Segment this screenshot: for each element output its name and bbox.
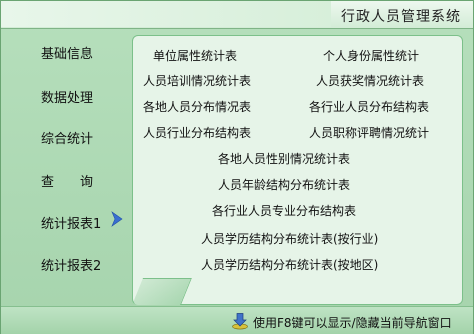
report-awards[interactable]: 人员获奖情况统计表 — [316, 73, 424, 89]
sidebar-item-summary-stats[interactable]: 综合统计 — [28, 128, 128, 152]
report-personal-identity[interactable]: 个人身份属性统计 — [323, 48, 419, 64]
report-regional-distribution[interactable]: 各地人员分布情况表 — [143, 99, 251, 115]
report-industry-structure[interactable]: 各行业人员分布结构表 — [309, 99, 429, 115]
download-arrow-icon — [231, 312, 249, 330]
report-unit-attributes[interactable]: 单位属性统计表 — [153, 48, 237, 64]
title-bar: 行政人员管理系统 — [1, 1, 473, 29]
chevron-right-icon — [109, 211, 125, 227]
sidebar-item-label: 统计报表1 — [41, 217, 102, 232]
sidebar-item-label: 基础信息 — [41, 47, 94, 62]
title-bar-decoration — [1, 1, 331, 27]
status-hint: 使用F8键可以显示/隐藏当前导航窗口 — [253, 316, 452, 330]
report-education-by-region[interactable]: 人员学历结构分布统计表(按地区) — [201, 257, 378, 273]
app-title: 行政人员管理系统 — [341, 9, 461, 25]
sidebar-item-label: 数据处理 — [41, 91, 94, 106]
app-window: 行政人员管理系统 基础信息 数据处理 综合统计 查 询 统计报表1 统计报表2 … — [0, 0, 474, 334]
report-panel: 单位属性统计表 个人身份属性统计 人员培训情况统计表 人员获奖情况统计表 各地人… — [132, 35, 463, 305]
sidebar-item-basic-info[interactable]: 基础信息 — [28, 43, 128, 67]
report-industry-distribution[interactable]: 人员行业分布结构表 — [143, 125, 251, 141]
status-bar: 使用F8键可以显示/隐藏当前导航窗口 — [1, 306, 473, 334]
sidebar-item-label: 查 询 — [41, 175, 94, 190]
sidebar-item-report-2[interactable]: 统计报表2 — [28, 255, 128, 279]
sidebar-item-data-processing[interactable]: 数据处理 — [28, 87, 128, 111]
sidebar-item-query[interactable]: 查 询 — [28, 171, 128, 195]
sidebar-item-label: 综合统计 — [41, 132, 94, 147]
report-title-evaluation[interactable]: 人员职称评聘情况统计 — [309, 125, 429, 141]
sidebar-nav: 基础信息 数据处理 综合统计 查 询 统计报表1 统计报表2 — [28, 31, 128, 301]
report-training[interactable]: 人员培训情况统计表 — [143, 73, 251, 89]
sidebar-item-label: 统计报表2 — [41, 259, 102, 274]
report-education-by-industry[interactable]: 人员学历结构分布统计表(按行业) — [201, 231, 378, 247]
panel-folded-corner — [132, 278, 192, 305]
report-industry-major[interactable]: 各行业人员专业分布结构表 — [212, 203, 356, 219]
report-age-structure[interactable]: 人员年龄结构分布统计表 — [218, 177, 350, 193]
report-regional-gender[interactable]: 各地人员性别情况统计表 — [218, 151, 350, 167]
